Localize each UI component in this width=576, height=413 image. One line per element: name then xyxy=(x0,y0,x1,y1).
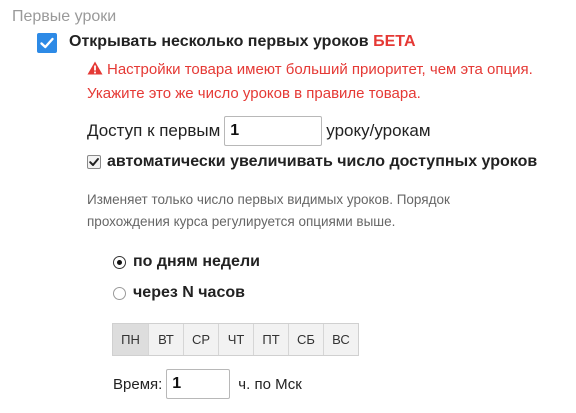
checkmark-icon xyxy=(89,158,99,166)
by-hours-radio[interactable] xyxy=(113,286,126,300)
by-hours-label[interactable]: через N часов xyxy=(133,284,245,302)
warning-message: Настройки товара имеют больший приоритет… xyxy=(87,58,547,106)
checkmark-icon xyxy=(40,37,54,49)
day-button-fri[interactable]: ПТ xyxy=(253,324,288,355)
lesson-count-input[interactable] xyxy=(224,116,323,146)
by-days-radio[interactable] xyxy=(113,255,126,269)
time-suffix: ч. по Мск xyxy=(238,375,302,393)
warning-triangle-icon xyxy=(87,61,103,75)
lesson-access-row: Доступ к первым уроку/урокам xyxy=(87,116,431,146)
open-first-lessons-text: Открывать несколько первых уроков xyxy=(69,33,369,50)
access-prefix: Доступ к первым xyxy=(87,121,221,140)
beta-badge: БЕТА xyxy=(373,33,416,50)
weekday-selector: ПН ВТ СР ЧТ ПТ СБ ВС xyxy=(112,323,359,356)
time-row: Время: ч. по Мск xyxy=(113,369,302,399)
schedule-by-hours-option[interactable]: через N часов xyxy=(113,284,245,302)
hint-text: Изменяет только число первых видимых уро… xyxy=(87,192,450,229)
auto-increase-checkbox[interactable] xyxy=(87,155,101,169)
time-input[interactable] xyxy=(166,369,231,399)
section-title: Первые уроки xyxy=(12,8,117,25)
open-first-lessons-checkbox[interactable] xyxy=(37,33,57,53)
day-button-sat[interactable]: СБ xyxy=(288,324,323,355)
day-button-mon[interactable]: ПН xyxy=(113,324,148,355)
day-button-thu[interactable]: ЧТ xyxy=(218,324,253,355)
open-first-lessons-label[interactable]: Открывать несколько первых уроков БЕТА xyxy=(69,33,416,51)
by-days-label[interactable]: по дням недели xyxy=(133,253,260,271)
warning-text: Настройки товара имеют больший приоритет… xyxy=(87,61,533,102)
auto-increase-label[interactable]: автоматически увеличивать число доступны… xyxy=(107,153,537,171)
day-button-sun[interactable]: ВС xyxy=(323,324,358,355)
auto-increase-row[interactable]: автоматически увеличивать число доступны… xyxy=(87,153,537,171)
schedule-by-days-option[interactable]: по дням недели xyxy=(113,253,260,271)
time-label: Время: xyxy=(113,375,163,393)
access-suffix: уроку/урокам xyxy=(326,121,431,140)
day-button-tue[interactable]: ВТ xyxy=(148,324,183,355)
day-button-wed[interactable]: СР xyxy=(183,324,218,355)
